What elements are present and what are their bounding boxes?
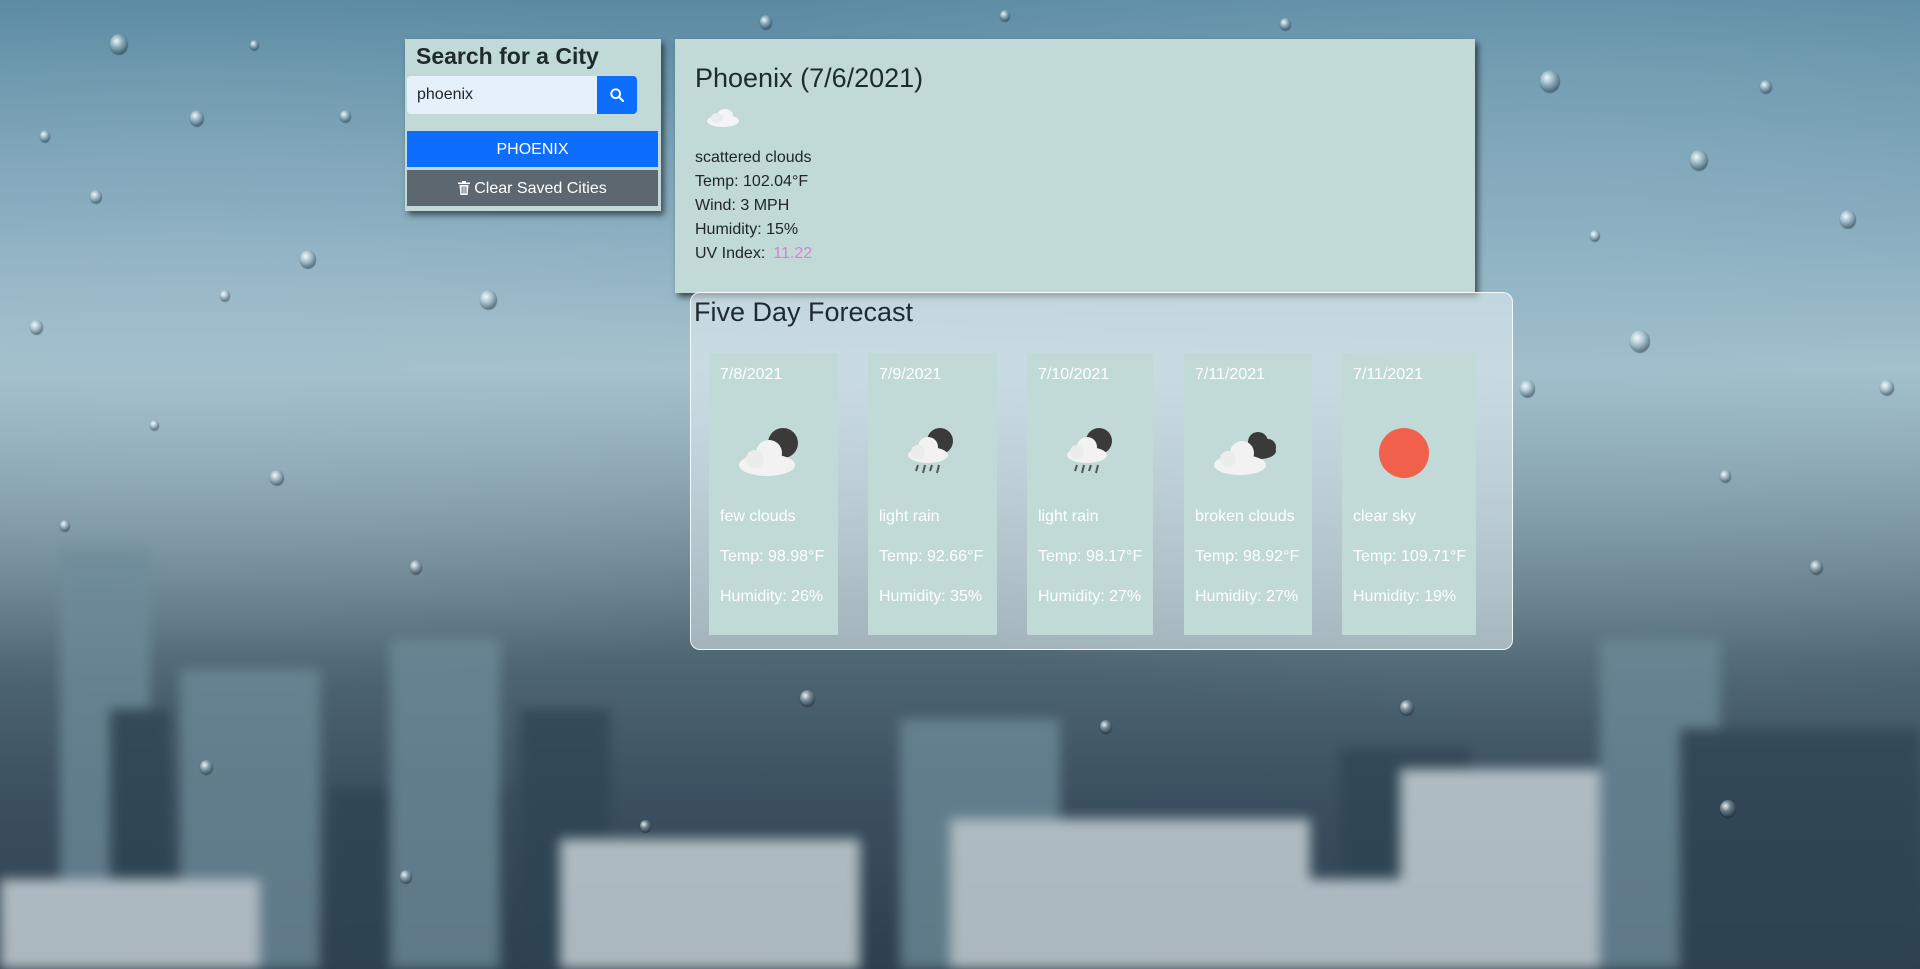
light-rain-night-icon [894,425,966,481]
forecast-card: 7/9/2021 light rain Temp: 92.66°F Humidi… [868,353,997,635]
trash-icon [458,173,471,209]
forecast-card: 7/10/2021 light rain Temp: 98.17°F Humid… [1027,353,1153,635]
clear-saved-cities-label: Clear Saved Cities [474,180,607,197]
forecast-description: broken clouds [1195,508,1295,525]
forecast-temp: Temp: 98.98°F [720,548,825,565]
forecast-humidity: Humidity: 27% [1195,588,1299,605]
forecast-temp: Temp: 109.71°F [1353,548,1467,565]
current-humidity: Humidity: 15% [695,221,799,238]
forecast-description: clear sky [1353,508,1417,525]
forecast-date: 7/10/2021 [1038,366,1110,383]
clear-saved-cities-button[interactable]: Clear Saved Cities [407,170,658,206]
forecast-temp: Temp: 98.92°F [1195,548,1300,565]
forecast-date: 7/8/2021 [720,366,783,383]
saved-city-button[interactable]: PHOENIX [407,131,658,167]
forecast-humidity: Humidity: 19% [1353,588,1457,605]
scattered-clouds-icon [705,106,1475,134]
forecast-description: light rain [879,508,940,525]
forecast-description: light rain [1038,508,1099,525]
current-uv-row: UV Index: 11.22 [695,242,1475,266]
search-title: Search for a City [416,43,599,69]
search-button[interactable] [597,76,637,114]
forecast-card: 7/11/2021 broken clouds Temp: 98.92°F Hu… [1184,353,1312,635]
forecast-title: Five Day Forecast [694,297,914,327]
current-wind: Wind: 3 MPH [695,197,790,214]
forecast-date: 7/11/2021 [1195,366,1265,383]
forecast-humidity: Humidity: 26% [720,588,824,605]
five-day-forecast-panel: Five Day Forecast 7/8/2021 few clouds Te… [690,292,1513,650]
light-rain-night-icon [1053,425,1125,481]
broken-clouds-icon [1210,425,1282,481]
current-temp: Temp: 102.04°F [695,173,809,190]
search-panel: Search for a City PHOENIX Clear Saved Ci… [405,39,661,211]
forecast-humidity: Humidity: 27% [1038,588,1142,605]
city-search-input[interactable] [407,76,597,114]
forecast-description: few clouds [720,508,796,525]
forecast-date: 7/9/2021 [879,366,942,383]
forecast-card: 7/8/2021 few clouds Temp: 98.98°F Humidi… [709,353,838,635]
forecast-temp: Temp: 98.17°F [1038,548,1143,565]
forecast-date: 7/11/2021 [1353,366,1423,383]
few-clouds-night-icon [735,425,807,481]
current-description: scattered clouds [695,149,812,166]
search-icon [610,88,624,102]
current-weather-panel: Phoenix (7/6/2021) scattered clouds Temp… [675,39,1475,293]
uv-index-value: 11.22 [773,245,813,262]
forecast-card: 7/11/2021 clear sky Temp: 109.71°F Humid… [1342,353,1476,635]
uv-index-label: UV Index: [695,245,766,262]
current-city-title: Phoenix (7/6/2021) [695,63,924,93]
forecast-temp: Temp: 92.66°F [879,548,984,565]
clear-sky-icon [1368,425,1440,481]
search-row [407,76,643,114]
forecast-humidity: Humidity: 35% [879,588,983,605]
